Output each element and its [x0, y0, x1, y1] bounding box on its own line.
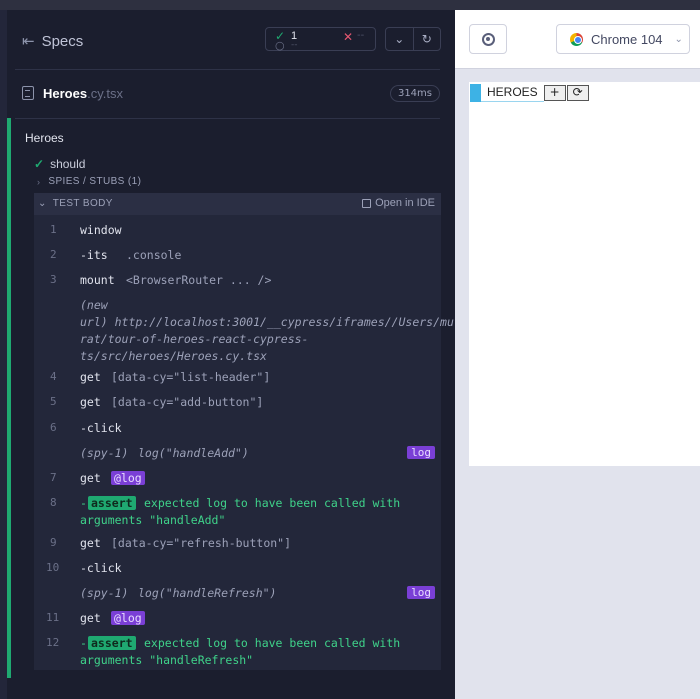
test-body-header[interactable]: ⌄ TEST BODY Open in IDE	[34, 193, 441, 215]
command-message: .console	[126, 248, 182, 262]
command-number: 7	[50, 471, 57, 484]
run-stats: ✓ 1 ○ -- ✕ --	[265, 27, 376, 52]
assert-message: arguments "handleRefresh"	[80, 653, 254, 667]
check-icon: ✓	[34, 157, 45, 171]
assert-message: arguments "handleAdd"	[80, 513, 226, 527]
command-number: 9	[50, 536, 57, 549]
spec-duration-badge: 314ms	[389, 84, 440, 102]
list-header: HEROES + ⟳	[470, 84, 590, 102]
new-url-line: ts/src/heroes/Heroes.cy.tsx	[80, 349, 267, 363]
top-strip	[0, 0, 700, 10]
preview-toolbar: Chrome 104 ⌄	[455, 10, 700, 69]
command-name: -its	[80, 248, 108, 262]
command-dash: -	[80, 496, 87, 510]
add-button[interactable]: +	[543, 85, 566, 101]
spec-file-extension: .cy.tsx	[87, 85, 123, 101]
spec-file-name: Heroes	[43, 85, 88, 101]
command-number: 5	[50, 395, 57, 408]
spy-call: log("handleAdd")	[138, 446, 249, 460]
suite-title[interactable]: Heroes	[25, 131, 64, 145]
log-badge: log	[407, 446, 435, 459]
failed-x-icon: ✕	[343, 30, 354, 44]
command-message: [data-cy="refresh-button"]	[111, 536, 292, 550]
alias-badge: @log	[111, 611, 145, 625]
test-body-label: TEST BODY	[52, 198, 113, 209]
test-title-text: should	[50, 157, 86, 171]
command-number: 12	[46, 636, 60, 649]
command-message: [data-cy="add-button"]	[111, 395, 264, 409]
new-url-line: (new	[80, 298, 108, 312]
command-message: [data-cy="list-header"]	[111, 370, 271, 384]
command-number: 8	[50, 496, 57, 509]
rerun-icon[interactable]: ↻	[412, 28, 441, 50]
spec-file-header[interactable]: Heroes .cy.tsx 314ms	[22, 83, 440, 103]
command-dash: -	[80, 636, 87, 650]
pass-status-rail	[7, 118, 11, 678]
left-gutter	[0, 10, 7, 699]
assert-message: expected log to have been called with	[144, 496, 401, 510]
command-number: 11	[46, 611, 60, 624]
spies-stubs-toggle[interactable]: › SPIES / STUBS (1)	[37, 176, 141, 187]
command-message: <BrowserRouter ... />	[126, 273, 272, 287]
command-number: 2	[50, 248, 57, 261]
alias-badge: @log	[111, 471, 145, 485]
open-in-ide-label: Open in IDE	[375, 197, 435, 209]
list-collapse-icon: ⇤	[22, 32, 35, 50]
command-name: window	[80, 223, 122, 237]
log-badge: log	[407, 586, 435, 599]
document-icon	[22, 86, 34, 100]
chevron-right-icon: ›	[37, 176, 41, 187]
runner-controls: ⌄ ↻	[385, 27, 441, 51]
command-name: -click	[80, 561, 122, 575]
command-name: get	[80, 395, 101, 409]
file-divider	[15, 118, 440, 119]
test-body: ⌄ TEST BODY Open in IDE 1 window 2 -its …	[34, 193, 454, 670]
command-number: 3	[50, 273, 57, 286]
heroes-title: HEROES	[481, 84, 544, 102]
assert-badge: assert	[88, 496, 136, 510]
reporter-panel: ⇤ Specs ✓ 1 ○ -- ✕ -- ⌄ ↻ Heroes .cy.tsx…	[0, 10, 455, 699]
spy-name: (spy-1)	[80, 586, 129, 600]
command-number: 6	[50, 421, 57, 434]
chevron-down-icon: ⌄	[674, 33, 683, 45]
app-under-test: HEROES + ⟳	[469, 82, 700, 466]
spy-call: log("handleRefresh")	[138, 586, 277, 600]
assert-badge: assert	[88, 636, 136, 650]
command-number: 10	[46, 561, 60, 574]
spies-stubs-label: SPIES / STUBS (1)	[48, 176, 142, 187]
specs-button[interactable]: ⇤ Specs	[22, 27, 83, 55]
new-url-line: rat/tour-of-heroes-react-cypress-	[80, 332, 309, 346]
command-number: 4	[50, 370, 57, 383]
test-title[interactable]: ✓ should	[34, 157, 85, 171]
command-name: get	[80, 536, 101, 550]
ide-icon	[362, 198, 372, 208]
command-number: 1	[50, 223, 57, 236]
pending-count: --	[291, 40, 298, 50]
app-preview-panel: Chrome 104 ⌄ HEROES + ⟳	[455, 10, 700, 699]
command-name: -click	[80, 421, 122, 435]
command-name: get	[80, 611, 101, 625]
command-name: get	[80, 471, 101, 485]
chevron-down-icon: ⌄	[38, 198, 47, 209]
new-url-line: url) http://localhost:3001/__cypress/ifr…	[80, 315, 454, 329]
command-name: get	[80, 370, 101, 384]
chrome-icon	[570, 32, 583, 46]
header-divider	[15, 69, 440, 70]
assert-message: expected log to have been called with	[144, 636, 401, 650]
header-accent	[470, 84, 481, 102]
refresh-button[interactable]: ⟳	[566, 85, 589, 101]
browser-select[interactable]: Chrome 104 ⌄	[556, 24, 690, 54]
chevron-down-icon[interactable]: ⌄	[386, 28, 413, 50]
pending-spinner-icon: ○	[275, 39, 285, 52]
failed-count: --	[357, 30, 365, 41]
specs-label: Specs	[41, 32, 84, 50]
command-name: mount	[80, 273, 115, 287]
browser-name: Chrome 104	[591, 31, 663, 47]
test-body-title: ⌄ TEST BODY	[38, 198, 113, 209]
selector-playground-button[interactable]	[469, 24, 507, 54]
spy-name: (spy-1)	[80, 446, 129, 460]
crosshair-icon	[481, 32, 495, 46]
open-in-ide-link[interactable]: Open in IDE	[362, 197, 435, 209]
